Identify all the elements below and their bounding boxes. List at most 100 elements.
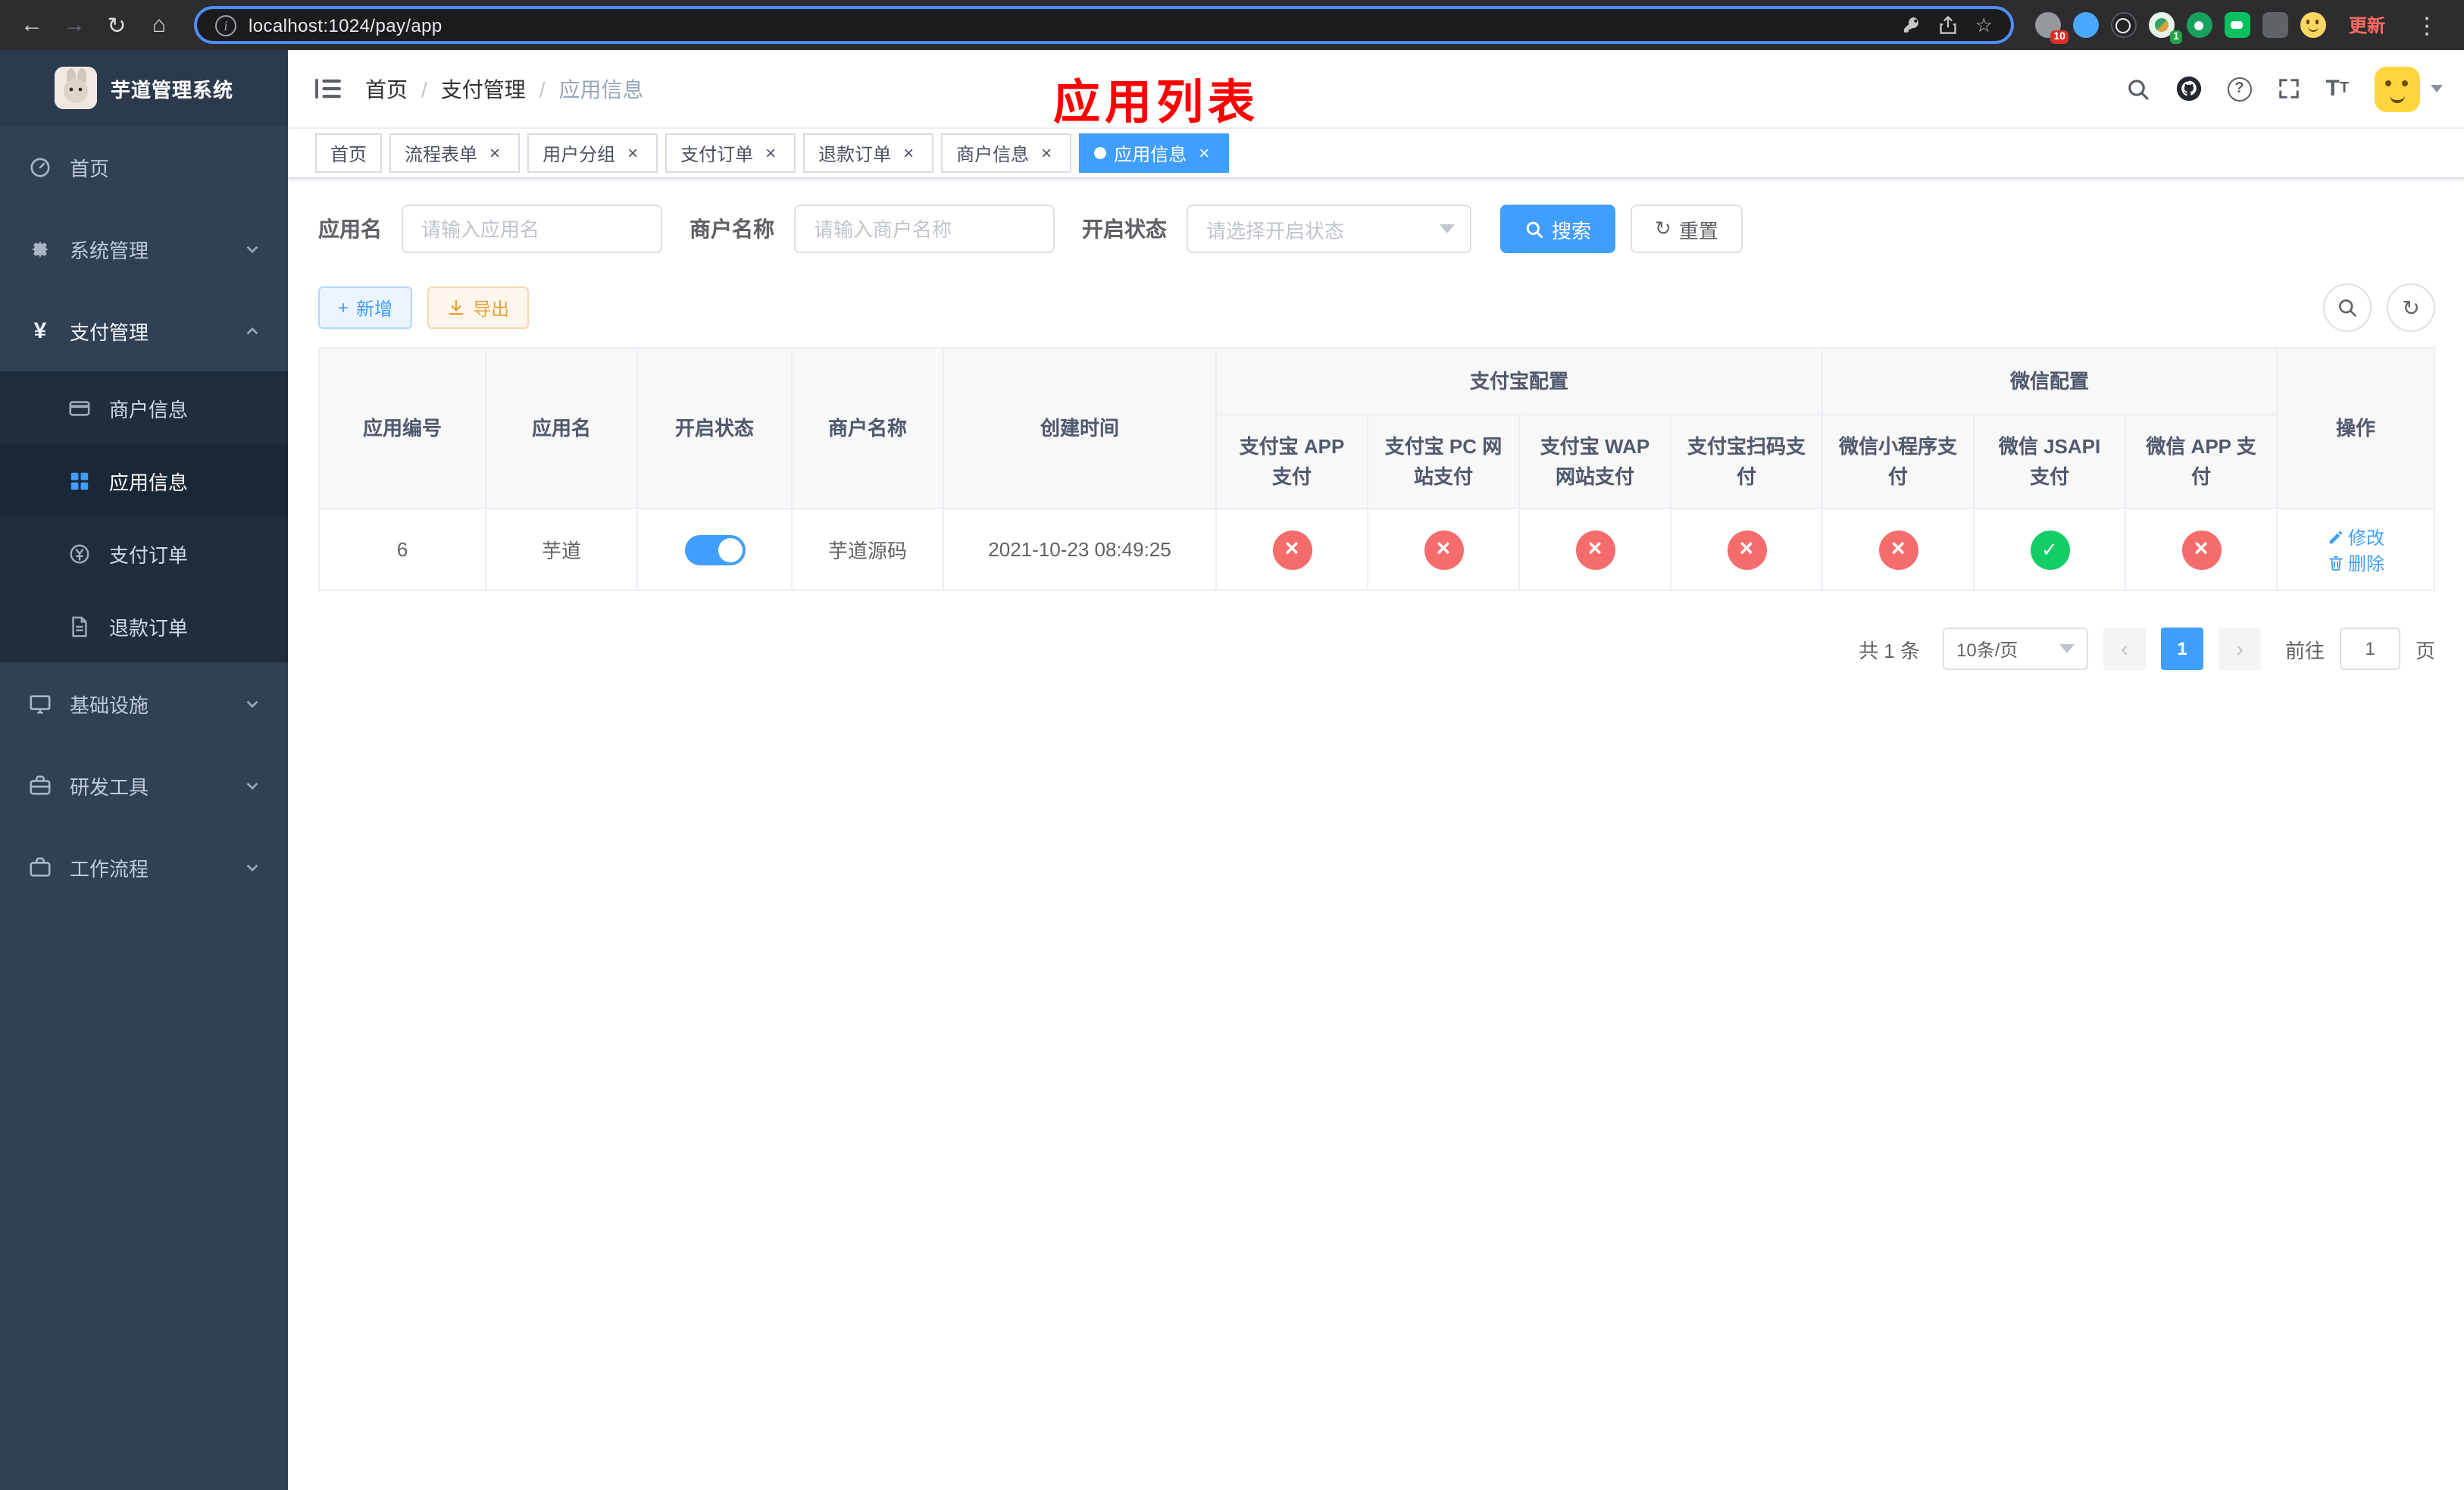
extension-badge-count: 1 [2170,30,2182,44]
extension-puzzle-icon[interactable]: 10 [2034,12,2068,44]
goto-page-input[interactable] [2340,628,2401,670]
col-header-alipay-app: 支付宝 APP 支付 [1215,414,1368,509]
extension-green-circle-icon[interactable] [2186,12,2212,38]
sidebar-item-label: 商户信息 [109,398,189,421]
sidebar-logo[interactable]: 芋道管理系统 [0,50,288,126]
page-size-value: 10条/页 [1956,639,2018,660]
cell-alipay-wap [1518,508,1671,591]
add-button[interactable]: + 新增 [318,286,413,329]
status-select[interactable]: 请选择开启状态 [1187,205,1471,253]
browser-back-icon[interactable]: ← [12,5,52,45]
tab-close-icon[interactable]: × [1194,143,1214,163]
status-toggle[interactable] [684,534,745,565]
fullscreen-icon[interactable] [2278,77,2300,100]
reset-button-label: 重置 [1678,219,1718,242]
tab-merchant-info[interactable]: 商户信息 × [941,133,1072,173]
tab-close-icon[interactable]: × [1037,143,1056,163]
font-size-icon[interactable]: TT [2326,77,2350,100]
hide-search-button[interactable] [2323,283,2372,332]
sidebar-item-pay-orders[interactable]: 支付订单 [0,517,288,590]
tab-close-icon[interactable]: × [623,143,643,163]
dashboard-icon [27,155,53,178]
alipay-qr-status-icon [1727,530,1766,569]
app-name-input[interactable] [402,205,662,253]
avatar[interactable] [2375,66,2421,111]
sidebar-item-app-info[interactable]: 应用信息 [0,444,288,517]
table-tools: ↻ [2323,283,2436,332]
password-key-icon[interactable] [1903,15,1922,35]
browser-update-button[interactable]: 更新 [2338,8,2396,42]
extension-wechat-icon[interactable] [2224,12,2250,38]
browser-menu-icon[interactable]: ⋮ [2408,11,2446,39]
sidebar-item-dev-tools[interactable]: 研发工具 [0,744,288,826]
prev-page-button[interactable]: ‹ [2103,628,2146,670]
extension-blue-icon[interactable] [2072,12,2099,38]
user-menu[interactable] [2375,66,2444,111]
page-size-select[interactable]: 10条/页 [1943,628,2088,670]
browser-forward-icon[interactable]: → [55,5,94,45]
sidebar-item-refund-orders[interactable]: 退款订单 [0,590,288,662]
sidebar-item-home[interactable]: 首页 [0,126,288,208]
extension-gray-puzzle-icon[interactable] [2262,12,2288,38]
address-bar[interactable]: i localhost:1024/pay/app ☆ [194,6,2014,44]
sidebar-item-workflow[interactable]: 工作流程 [0,826,288,908]
goto-unit: 页 [2416,639,2436,662]
chevron-down-icon [2431,85,2444,92]
search-button[interactable]: 搜索 [1500,205,1616,253]
tab-refund-orders[interactable]: 退款订单 × [803,133,934,173]
extension-avatar-icon[interactable]: 1 [2148,12,2182,44]
browser-reload-icon[interactable]: ↻ [97,5,136,45]
logo-avatar [54,67,97,109]
tab-user-group[interactable]: 用户分组 × [527,133,658,173]
delete-button[interactable]: 删除 [2327,549,2384,575]
col-header-status: 开启状态 [636,347,793,509]
share-icon[interactable] [1939,15,1959,35]
tab-pay-orders[interactable]: 支付订单 × [665,133,796,173]
briefcase-icon [27,856,53,878]
reset-button[interactable]: ↻ 重置 [1631,205,1743,253]
bookmark-star-icon[interactable]: ☆ [1975,13,1993,37]
export-button-label: 导出 [473,298,510,319]
github-icon[interactable] [2176,76,2202,102]
extension-dark-icon[interactable] [2110,12,2137,38]
breadcrumb-payment[interactable]: 支付管理 [441,74,526,104]
sidebar-item-label: 应用信息 [109,471,189,493]
tab-app-info[interactable]: 应用信息 × [1079,133,1230,173]
tab-close-icon[interactable]: × [899,143,918,163]
next-page-button[interactable]: › [2219,628,2261,670]
tab-process-form[interactable]: 流程表单 × [389,133,521,173]
browser-home-icon[interactable]: ⌂ [139,5,179,45]
sidebar-fold-icon[interactable] [315,77,341,100]
export-button[interactable]: 导出 [427,286,530,329]
edit-button[interactable]: 修改 [2327,524,2384,549]
trash-icon [2328,555,2342,570]
yen-icon: ¥ [33,318,47,343]
sidebar-item-system[interactable]: 系统管理 [0,208,288,290]
cell-app-name: 芋道 [485,508,638,591]
merchant-name-input[interactable] [794,205,1055,253]
current-page-button[interactable]: 1 [2161,628,2203,670]
breadcrumb-home[interactable]: 首页 [365,74,408,104]
url-text[interactable]: localhost:1024/pay/app [249,14,1890,36]
search-icon[interactable] [2126,77,2150,101]
main-area: 应用列表 首页 / 支付管理 / 应用信息 ? T T 首页 流程表单 × 用户… [288,50,2464,1490]
refresh-table-button[interactable]: ↻ [2387,283,2436,332]
refresh-icon: ↻ [1655,217,1671,239]
sidebar-item-payment[interactable]: ¥ 支付管理 [0,290,288,371]
tab-close-icon[interactable]: × [761,143,780,163]
tab-close-icon[interactable]: × [485,143,505,163]
edit-label: 修改 [2348,527,2385,548]
sidebar-item-merchant-info[interactable]: 商户信息 [0,371,288,444]
sidebar-item-infrastructure[interactable]: 基础设施 [0,662,288,744]
tab-home[interactable]: 首页 [315,133,383,173]
extension-emoji-icon[interactable] [2300,12,2326,38]
screen: ← → ↻ ⌂ i localhost:1024/pay/app ☆ 10 1 … [0,0,2464,1490]
sidebar-item-label: 基础设施 [70,693,149,716]
chevron-down-icon [246,863,258,872]
sidebar-item-label: 系统管理 [70,239,149,261]
payment-submenu: 商户信息 应用信息 支付订单 退款订单 [0,371,288,662]
site-info-icon[interactable]: i [215,14,236,36]
monitor-icon [27,692,53,715]
extension-badge-count: 10 [2050,30,2068,44]
help-icon[interactable]: ? [2227,77,2252,101]
